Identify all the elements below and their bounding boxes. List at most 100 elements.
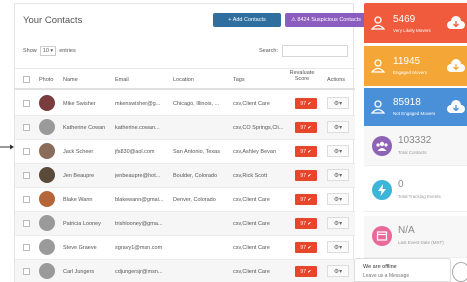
- row-checkbox[interactable]: [23, 244, 30, 251]
- actions-gear-icon[interactable]: ⚙▾: [327, 97, 349, 109]
- avatar: [39, 119, 55, 135]
- contact-tags: csv,Client Care: [233, 245, 270, 251]
- column-header[interactable]: Name: [63, 77, 78, 83]
- very-likely-movers-value: 5469: [393, 14, 416, 25]
- tracking-events-label: Total Tracking Events: [398, 194, 441, 199]
- add-contacts-button[interactable]: + Add Contacts: [213, 13, 281, 27]
- contact-email: jenbeaupre@hot...: [115, 173, 161, 179]
- table-row[interactable]: Carl Jungers cdjungersjr@msn... csv,Client…: [15, 260, 355, 282]
- contact-tags: csv,Rick Scott: [233, 173, 268, 179]
- actions-gear-icon[interactable]: ⚙▾: [327, 241, 349, 253]
- contact-name[interactable]: Patricia Looney: [63, 221, 113, 227]
- column-header[interactable]: Revaluate Score: [285, 70, 319, 82]
- contact-location: Chicago, Illinois, ...: [173, 101, 220, 107]
- avatar: [39, 239, 55, 255]
- contacts-page: Your Contacts + Add Contacts ⚠ 8424 Susp…: [0, 0, 467, 282]
- user-icon: [371, 100, 385, 114]
- select-all-checkbox[interactable]: [23, 76, 30, 83]
- revaluate-score-badge[interactable]: 97 ✔: [295, 242, 317, 253]
- revaluate-score-badge[interactable]: 97 ✔: [295, 218, 317, 229]
- column-header[interactable]: Email: [115, 77, 129, 83]
- actions-gear-icon[interactable]: ⚙▾: [327, 121, 349, 133]
- download-cloud-icon[interactable]: [447, 16, 465, 30]
- contact-name[interactable]: Steve Graeve: [63, 245, 113, 251]
- contact-name[interactable]: Katherine Cowan: [63, 125, 113, 131]
- column-header[interactable]: Location: [173, 77, 194, 83]
- row-checkbox[interactable]: [23, 100, 30, 107]
- table-row[interactable]: Mike Swisher mkenswisher@g... Chicago, Ill…: [15, 92, 355, 116]
- contact-location: Denver, Colorado: [173, 197, 216, 203]
- row-checkbox[interactable]: [23, 124, 30, 131]
- engaged-movers-card[interactable]: 11945 Engaged Movers: [364, 46, 467, 86]
- chat-action[interactable]: Leave us a Message: [363, 273, 409, 279]
- entries-select[interactable]: 10 ▾: [39, 46, 57, 56]
- revaluate-score-badge[interactable]: 97 ✔: [295, 170, 317, 181]
- not-engaged-movers-card[interactable]: 85918 Not Engaged Movers: [364, 88, 467, 126]
- revaluate-score-badge[interactable]: 97 ✔: [295, 98, 317, 109]
- contact-name[interactable]: Jack Scheer: [63, 149, 113, 155]
- revaluate-score-badge[interactable]: 97 ✔: [295, 122, 317, 133]
- actions-gear-icon[interactable]: ⚙▾: [327, 145, 349, 157]
- very-likely-movers-card[interactable]: 5469 Very Likely Movers: [364, 3, 467, 43]
- contact-tags: csv,CO Springs,Cli...: [233, 125, 284, 131]
- actions-gear-icon[interactable]: ⚙▾: [327, 193, 349, 205]
- contact-tags: csv,Client Care: [233, 221, 270, 227]
- contact-name[interactable]: Jen Beaupre: [63, 173, 113, 179]
- entries-label: entries: [59, 48, 76, 54]
- download-cloud-icon[interactable]: [447, 100, 465, 114]
- table-row[interactable]: Patricia Looney trishlooney@gma... csv,Cli…: [15, 212, 355, 236]
- search-input[interactable]: [281, 45, 348, 57]
- avatar: [39, 191, 55, 207]
- contact-tags: csv,Client Care: [233, 269, 270, 275]
- not-engaged-movers-label: Not Engaged Movers: [393, 111, 436, 116]
- search-control: Search:: [259, 45, 348, 57]
- last-event-card: N/A Last Event Date (MST): [364, 216, 467, 258]
- avatar: [39, 95, 55, 111]
- row-checkbox[interactable]: [23, 220, 30, 227]
- table-row[interactable]: Jack Scheer jfs830@aol.com San Antonio, Te…: [15, 140, 355, 164]
- tracking-events-value: 0: [398, 179, 404, 190]
- avatar: [39, 167, 55, 183]
- calendar-icon: [372, 226, 392, 246]
- column-header: Actions: [327, 77, 346, 83]
- last-event-label: Last Event Date (MST): [398, 240, 444, 245]
- column-header[interactable]: Photo: [39, 77, 53, 83]
- chat-status: We are offline: [363, 264, 397, 270]
- chat-widget[interactable]: We are offline Leave us a Message: [354, 258, 451, 282]
- row-checkbox[interactable]: [23, 196, 30, 203]
- table-row[interactable]: Jen Beaupre jenbeaupre@hot... Boulder, Col…: [15, 164, 355, 188]
- actions-gear-icon[interactable]: ⚙▾: [327, 169, 349, 181]
- table-header: Photo Name Email Location Tags Revaluate…: [15, 68, 355, 90]
- chat-bubble-icon[interactable]: [452, 262, 467, 282]
- show-label: Show: [23, 48, 37, 54]
- revaluate-score-badge[interactable]: 97 ✔: [295, 194, 317, 205]
- lightning-icon: [372, 180, 392, 200]
- column-header[interactable]: Tags: [233, 77, 245, 83]
- avatar: [39, 263, 55, 279]
- contact-location: San Antonio, Texas: [173, 149, 220, 155]
- row-checkbox[interactable]: [23, 268, 30, 275]
- contact-name[interactable]: Blake Wann: [63, 197, 113, 203]
- download-cloud-icon[interactable]: [447, 59, 465, 73]
- total-contacts-card: 103332 Total Contacts: [364, 126, 467, 166]
- actions-gear-icon[interactable]: ⚙▾: [327, 217, 349, 229]
- contact-name[interactable]: Carl Jungers: [63, 269, 113, 275]
- page-title: Your Contacts: [23, 15, 83, 26]
- contact-tags: csv,Client Care: [233, 101, 270, 107]
- suspicious-contacts-button[interactable]: ⚠ 8424 Suspicious Contacts: [285, 13, 367, 27]
- contact-name[interactable]: Mike Swisher: [63, 101, 113, 107]
- very-likely-movers-label: Very Likely Movers: [393, 28, 431, 33]
- tracking-events-card: 0 Total Tracking Events: [364, 170, 467, 212]
- revaluate-score-badge[interactable]: 97 ✔: [295, 266, 317, 277]
- contact-email: jfs830@aol.com: [115, 149, 155, 155]
- avatar: [39, 143, 55, 159]
- table-row[interactable]: Katherine Cowan katherine.cowan... csv,CO …: [15, 116, 355, 140]
- row-checkbox[interactable]: [23, 148, 30, 155]
- contact-email: katherine.cowan...: [115, 125, 160, 131]
- table-row[interactable]: Blake Wann blakewann@gmai... Denver, Color…: [15, 188, 355, 212]
- row-checkbox[interactable]: [23, 172, 30, 179]
- actions-gear-icon[interactable]: ⚙▾: [327, 265, 349, 277]
- user-icon: [371, 16, 385, 30]
- revaluate-score-badge[interactable]: 97 ✔: [295, 146, 317, 157]
- table-row[interactable]: Steve Graeve sgravy1@msn.com csv,Client Ca…: [15, 236, 355, 260]
